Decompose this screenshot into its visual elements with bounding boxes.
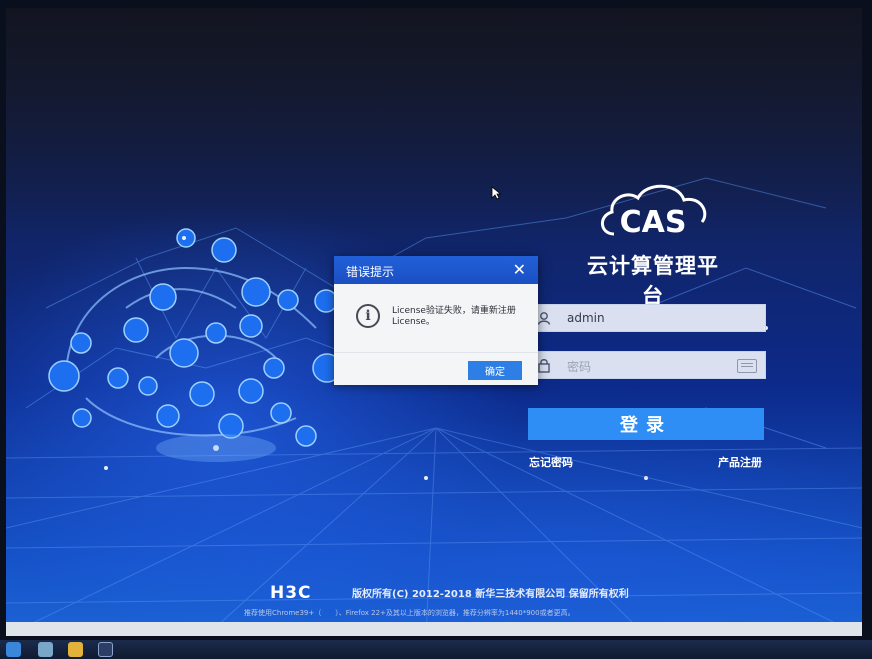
platform-title: 云计算管理平台	[587, 254, 719, 308]
ok-button[interactable]: 确定	[468, 361, 522, 380]
dialog-footer: 确定	[334, 352, 538, 385]
dialog-header: 错误提示 ✕	[334, 256, 538, 284]
start-icon[interactable]	[6, 642, 21, 657]
login-button[interactable]: 登录	[528, 408, 764, 440]
username-field[interactable]: admin	[528, 304, 766, 332]
download-link[interactable]: 下载	[321, 609, 335, 617]
browser-recommendation: 推荐使用Chrome39+（下载）、Firefox 22+及其以上版本的浏览器，…	[244, 608, 575, 618]
folder-icon[interactable]	[68, 642, 83, 657]
cas-logo: CAS	[578, 176, 728, 246]
app-icon[interactable]	[98, 642, 113, 657]
taskbar	[0, 640, 872, 659]
password-placeholder: 密码	[567, 360, 592, 374]
forgot-password-link[interactable]: 忘记密码	[529, 454, 573, 470]
keyboard-icon[interactable]	[737, 359, 757, 373]
dialog-message: License验证失败，请重新注册License。	[392, 306, 516, 327]
cloud-logo-icon: CAS	[601, 184, 707, 240]
browser-note-prefix: 推荐使用Chrome39+（	[244, 609, 322, 617]
dialog-title: 错误提示	[346, 265, 395, 279]
product-register-link[interactable]: 产品注册	[718, 454, 762, 470]
copyright-text: 版权所有(C) 2012-2018 新华三技术有限公司 保留所有权利	[352, 589, 629, 600]
mouse-cursor-icon	[491, 186, 501, 200]
username-value: admin	[567, 311, 605, 325]
error-dialog: 错误提示 ✕ i License验证失败，请重新注册License。 确定	[334, 256, 538, 385]
browser-note-suffix: ）、Firefox 22+及其以上版本的浏览器，推荐分辨率为1440*900或者…	[335, 609, 575, 617]
logo-text: CAS	[620, 205, 687, 240]
dialog-body: i License验证失败，请重新注册License。	[334, 284, 538, 352]
info-icon: i	[356, 304, 380, 328]
screen-bottom-strip	[6, 622, 862, 636]
password-field[interactable]: 密码	[528, 351, 766, 379]
h3c-logo: H3C	[270, 583, 312, 603]
close-icon[interactable]: ✕	[513, 260, 526, 279]
explorer-icon[interactable]	[38, 642, 53, 657]
